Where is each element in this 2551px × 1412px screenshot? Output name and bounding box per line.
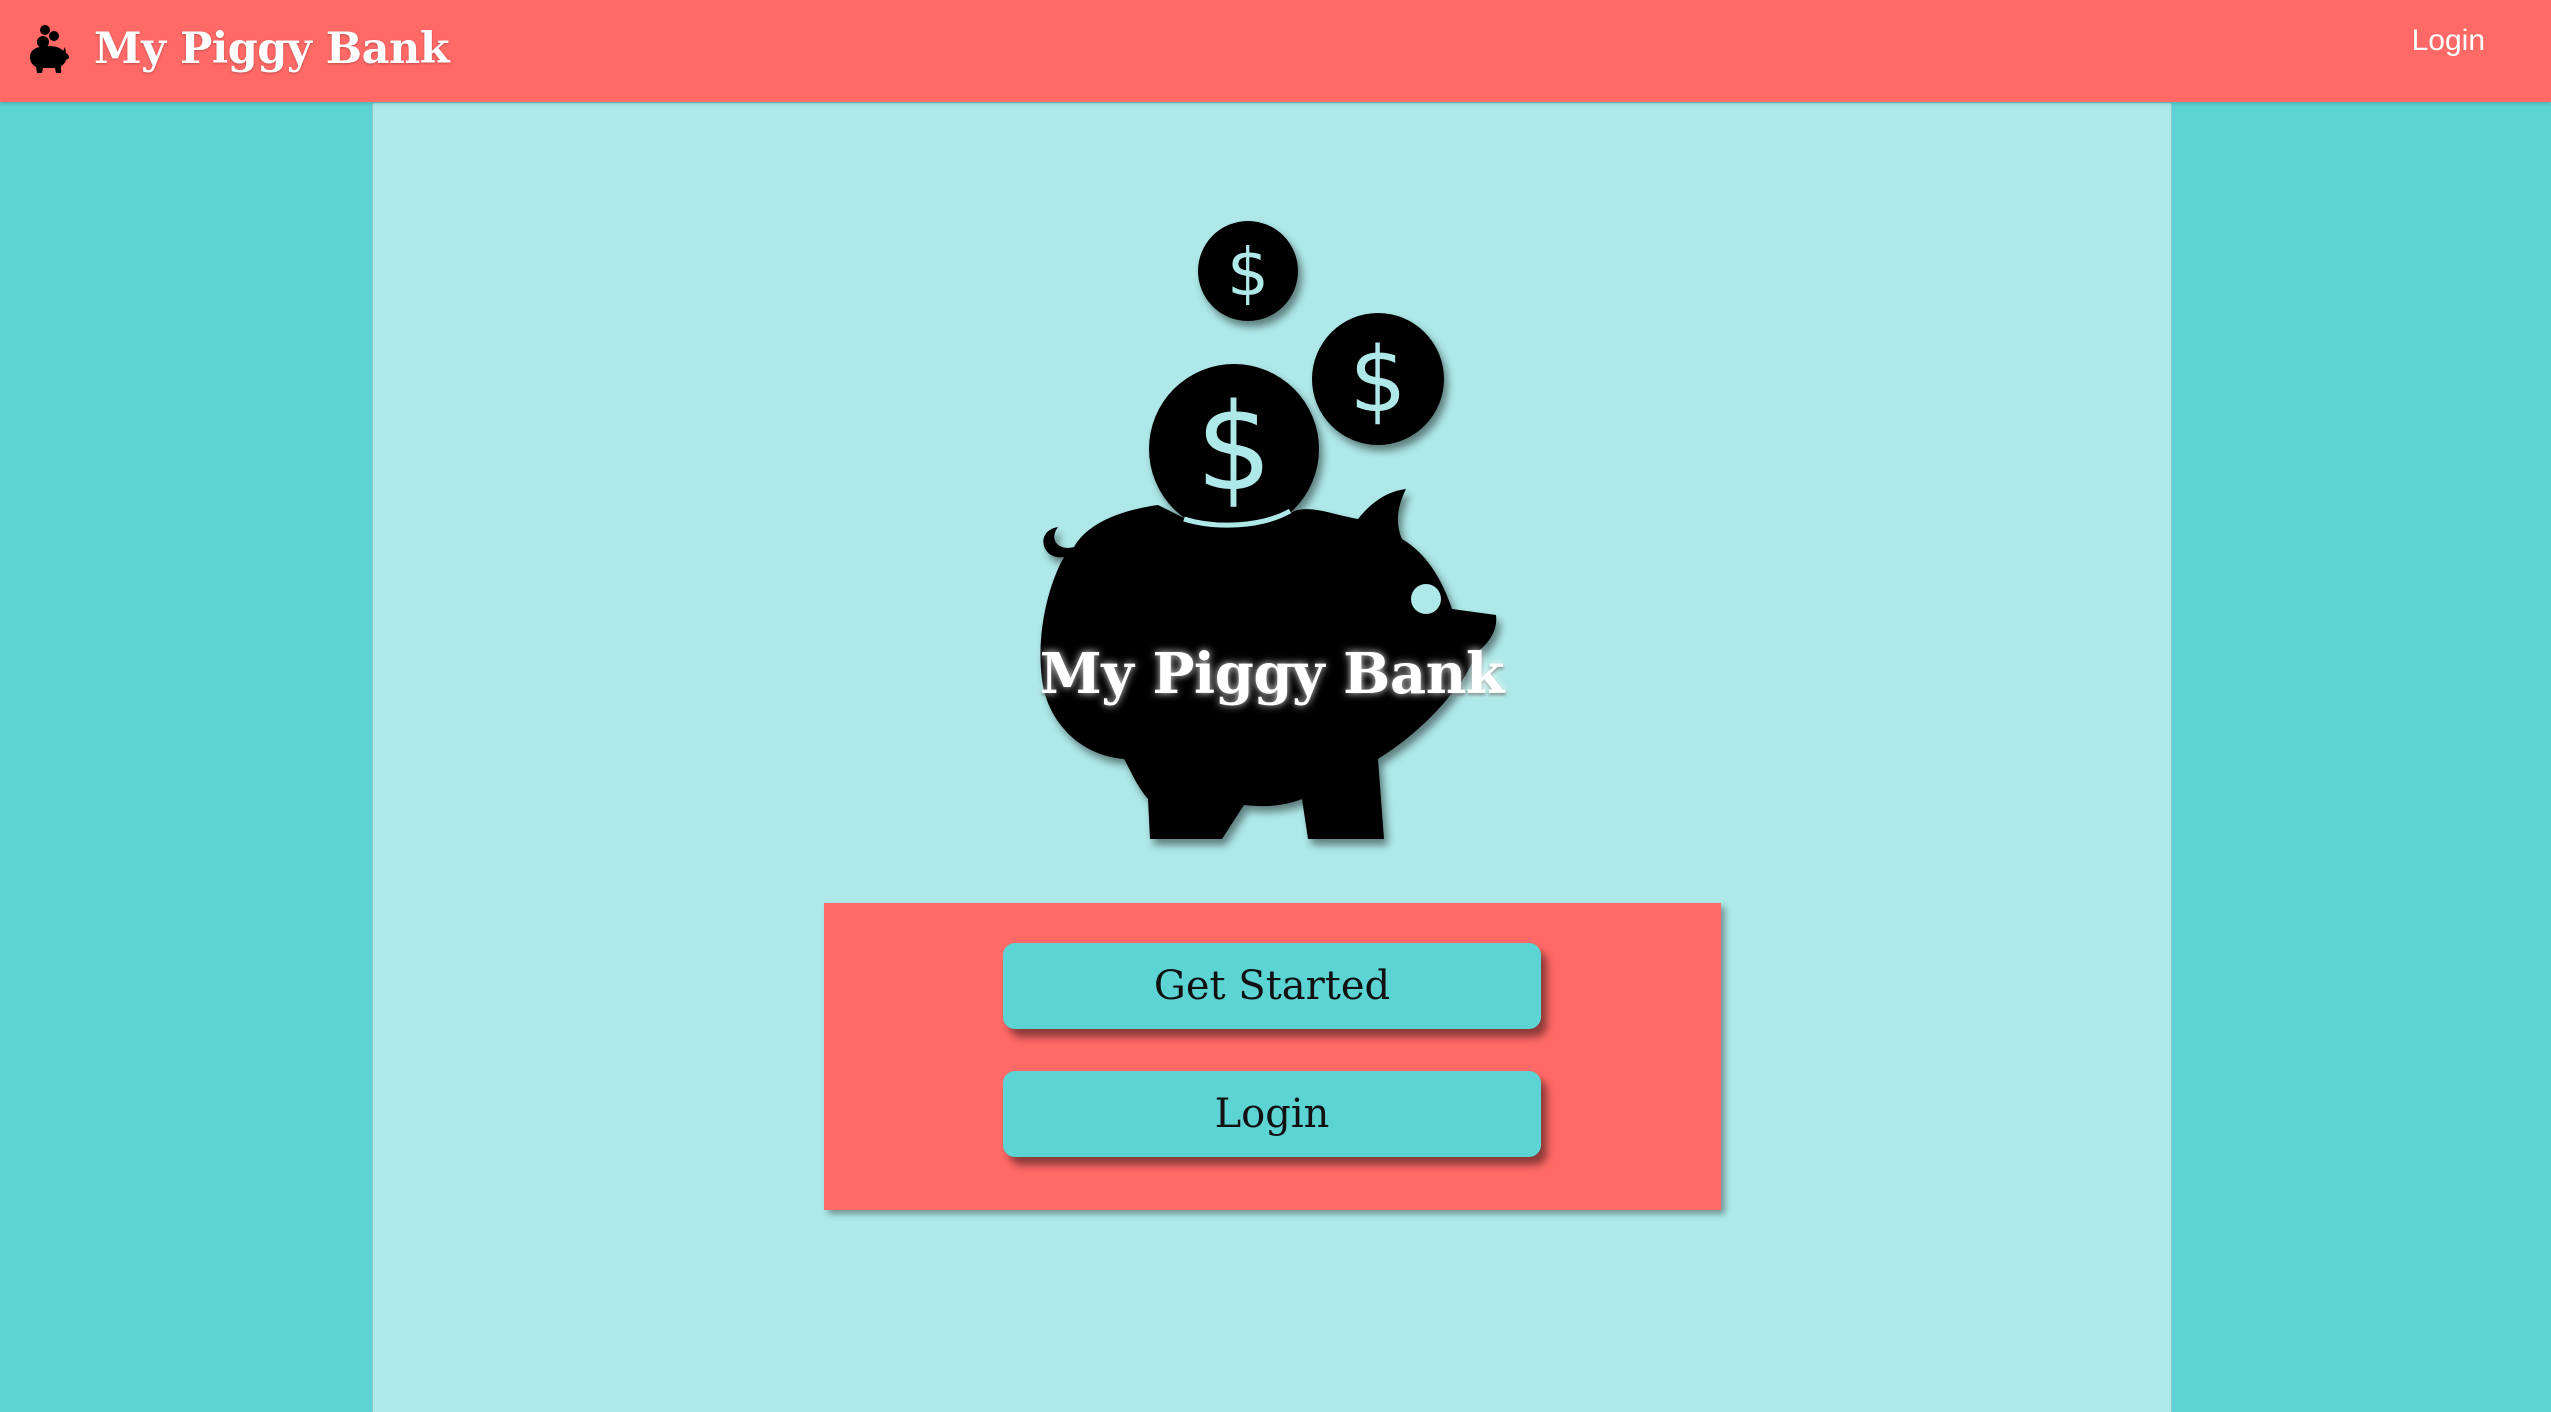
main-content: $ $ $ My Piggy Bank educating your child…: [372, 103, 2172, 1412]
get-started-button[interactable]: Get Started: [1003, 943, 1541, 1029]
coin-medium-dollar: $: [1349, 328, 1406, 433]
coin-large-dollar: $: [1196, 379, 1272, 518]
piggy-bank-icon: [26, 23, 70, 75]
action-panel: Get Started Login: [824, 903, 1721, 1210]
nav-login-link[interactable]: Login: [2412, 24, 2485, 58]
hero-title: My Piggy Bank: [1039, 641, 1505, 707]
app-title: My Piggy Bank: [94, 24, 450, 74]
piggy-bank-coins-icon: $ $ $ My Piggy Bank: [1012, 159, 1532, 879]
coin-small-dollar: $: [1227, 234, 1269, 311]
login-button[interactable]: Login: [1003, 1071, 1541, 1157]
top-navbar: My Piggy Bank Login: [0, 0, 2551, 102]
nav-brand[interactable]: My Piggy Bank: [26, 14, 450, 84]
